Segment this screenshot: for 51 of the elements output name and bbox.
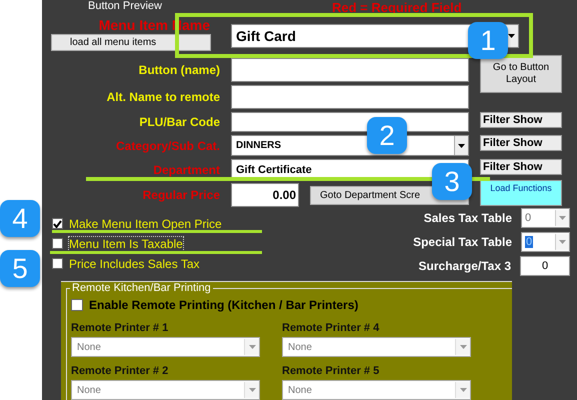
checkbox-label: Make Menu Item Open Price: [68, 216, 223, 232]
checkbox[interactable]: [52, 258, 63, 269]
printer-label: Remote Printer # 5: [282, 365, 380, 377]
input-field[interactable]: 0: [520, 256, 570, 276]
printer-label: Remote Printer # 1: [71, 322, 170, 334]
printer-dropdown[interactable]: None: [282, 337, 471, 357]
tax-label: Special Tax Table: [413, 235, 512, 249]
callout-tooltip: 1: [468, 22, 508, 59]
checkbox[interactable]: [52, 218, 63, 229]
filter-show-button[interactable]: Filter Show: [480, 135, 562, 151]
field-label: Category/Sub Cat.: [116, 138, 220, 152]
printer-dropdown[interactable]: None: [71, 337, 260, 357]
field-label: Regular Price: [142, 188, 220, 202]
dropdown-arrow-icon: [460, 388, 466, 392]
required-legend: Red = Required Field: [332, 1, 462, 14]
checkbox[interactable]: [71, 299, 83, 311]
dropdown-arrow-icon: [559, 216, 566, 220]
printer-dropdown[interactable]: None: [282, 380, 471, 400]
button-layout-button[interactable]: Go to Button Layout: [480, 55, 562, 93]
callout-tooltip: 4: [0, 200, 40, 237]
input-field[interactable]: [231, 58, 469, 82]
dropdown-arrow-icon: [458, 144, 465, 148]
tax-label: Sales Tax Table: [424, 211, 512, 225]
field-label: Department: [153, 162, 220, 176]
group-title: Remote Kitchen/Bar Printing: [70, 282, 213, 294]
tax-label: Surcharge/Tax 3: [418, 259, 511, 273]
filter-show-button[interactable]: Filter Show: [480, 159, 562, 175]
dropdown-arrow-icon: [559, 240, 566, 244]
dropdown-arrow-icon: [248, 345, 256, 349]
input-field[interactable]: [231, 85, 469, 109]
load-items-button[interactable]: load all menu items: [51, 34, 211, 51]
callout-tooltip: 3: [432, 163, 472, 200]
checkbox-label: Enable Remote Printing (Kitchen / Bar Printers): [89, 298, 358, 312]
dropdown-arrow-icon: [248, 388, 256, 392]
printer-label: Remote Printer # 2: [71, 365, 170, 377]
callout-tooltip: 5: [0, 250, 40, 287]
combo-box[interactable]: 0: [521, 208, 570, 228]
dropdown-arrow-icon: [460, 345, 466, 349]
filter-show-button[interactable]: Filter Show: [480, 112, 562, 128]
field-label: PLU/Bar Code: [139, 115, 220, 129]
preview-label: Button Preview: [88, 0, 162, 12]
load-functions-button[interactable]: Load Functions: [480, 180, 562, 206]
printer-dropdown[interactable]: None: [71, 380, 260, 400]
checkbox[interactable]: [52, 238, 63, 249]
field-label: Alt. Name to remote: [106, 90, 220, 104]
checkbox-label: Price Includes Sales Tax: [68, 256, 201, 272]
dropdown-arrow-icon: [508, 34, 515, 38]
field-label: Button (name): [138, 63, 220, 77]
input-field[interactable]: 0.00: [231, 183, 299, 207]
callout-tooltip: 2: [367, 117, 407, 154]
printer-label: Remote Printer # 4: [282, 322, 380, 334]
